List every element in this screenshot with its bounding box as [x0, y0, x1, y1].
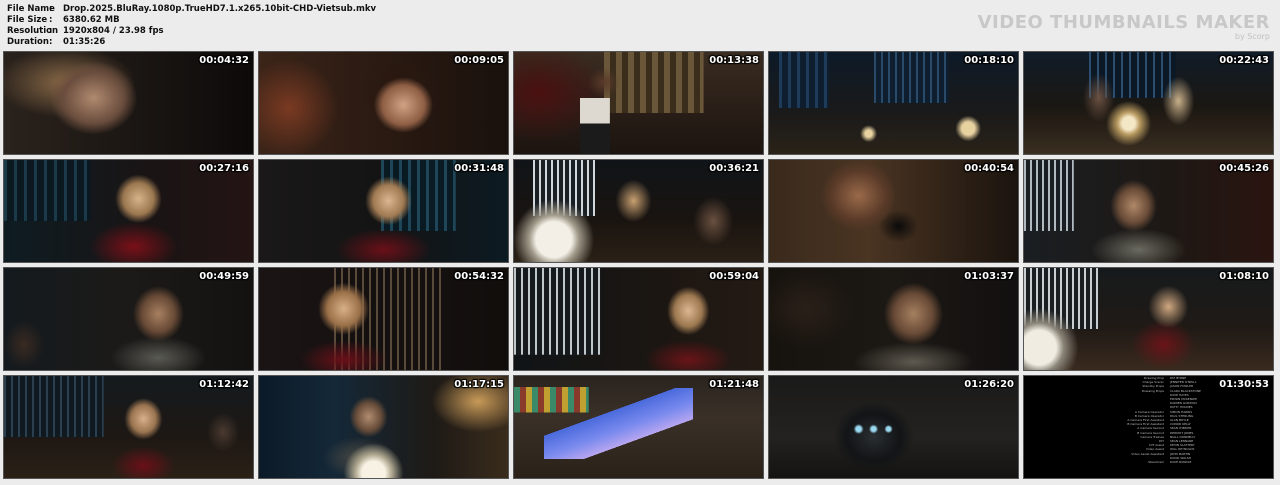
file-info-row: File Size:6380.62 MB — [7, 15, 376, 26]
frame-image — [259, 376, 508, 478]
file-info-separator: : — [49, 15, 53, 25]
thumbnail-frame[interactable]: 01:21:48 — [513, 375, 764, 479]
thumbnail-frame[interactable]: 01:17:15 — [258, 375, 509, 479]
frame-image — [259, 268, 508, 370]
file-info-key: Resolution — [7, 26, 59, 36]
timestamp-label: 01:17:15 — [454, 379, 504, 390]
file-info-value: Drop.2025.BluRay.1080p.TrueHD7.1.x265.10… — [63, 4, 377, 14]
timestamp-label: 00:45:26 — [1219, 163, 1269, 174]
frame-image — [259, 160, 508, 262]
frame-image — [1024, 268, 1273, 370]
thumbnail-frame[interactable]: 01:12:42 — [3, 375, 254, 479]
thumbnail-frame[interactable]: 01:03:37 — [768, 267, 1019, 371]
file-info-value: 01:35:26 — [63, 37, 106, 47]
thumbnail-frame[interactable]: 00:04:32 — [3, 51, 254, 155]
thumbnail-frame[interactable]: 00:18:10 — [768, 51, 1019, 155]
thumbnail-frame[interactable]: 00:31:48 — [258, 159, 509, 263]
file-info-row: Duration:01:35:26 — [7, 37, 376, 48]
timestamp-label: 00:40:54 — [964, 163, 1014, 174]
thumbnail-frame[interactable]: 00:59:04 — [513, 267, 764, 371]
thumbnail-grid: 00:04:32 00:09:05 00:13:38 00:18:10 00:22:43… — [3, 51, 1274, 479]
file-info-key: Duration — [7, 37, 49, 47]
timestamp-label: 00:31:48 — [454, 163, 504, 174]
frame-image — [514, 376, 763, 478]
file-info-key: File Size — [7, 15, 48, 25]
timestamp-label: 00:59:04 — [709, 271, 759, 282]
thumbnail-frame[interactable]: 00:40:54 — [768, 159, 1019, 263]
thumbnail-frame[interactable]: 00:36:21 — [513, 159, 764, 263]
file-info-separator: : — [49, 26, 53, 36]
frame-image — [514, 160, 763, 262]
timestamp-label: 00:04:32 — [199, 55, 249, 66]
timestamp-label: 01:12:42 — [199, 379, 249, 390]
file-info-separator: : — [49, 37, 53, 47]
thumbnail-frame[interactable]: 00:22:43 — [1023, 51, 1274, 155]
timestamp-label: 01:03:37 — [964, 271, 1014, 282]
timestamp-label: 01:08:10 — [1219, 271, 1269, 282]
timestamp-label: 00:49:59 — [199, 271, 249, 282]
frame-image — [769, 160, 1018, 262]
timestamp-label: 00:22:43 — [1219, 55, 1269, 66]
file-info-separator: : — [49, 4, 53, 14]
thumbnail-frame[interactable]: 00:09:05 — [258, 51, 509, 155]
frame-image — [1024, 160, 1273, 262]
credits-text: Drawing Prop PAT BYRNE Charge Scenic JENNIF… — [1127, 376, 1201, 465]
thumbnail-frame[interactable]: 00:13:38 — [513, 51, 764, 155]
brand-title: VIDEO THUMBNAILS MAKER — [977, 12, 1270, 33]
frame-image — [769, 52, 1018, 154]
frame-image — [514, 52, 763, 154]
file-info-key: File Name — [7, 4, 55, 14]
thumbnail-frame[interactable]: Drawing Prop PAT BYRNE Charge Scenic JENNIF… — [1023, 375, 1274, 479]
timestamp-label: 00:09:05 — [454, 55, 504, 66]
timestamp-label: 01:26:20 — [964, 379, 1014, 390]
frame-image — [769, 376, 1018, 478]
thumbnail-frame[interactable]: 00:27:16 — [3, 159, 254, 263]
file-info-value: 6380.62 MB — [63, 15, 120, 25]
thumbnail-frame[interactable]: 00:54:32 — [258, 267, 509, 371]
timestamp-label: 00:18:10 — [964, 55, 1014, 66]
thumbnail-frame[interactable]: 01:08:10 — [1023, 267, 1274, 371]
file-info: File Name: Drop.2025.BluRay.1080p.TrueHD7… — [7, 4, 376, 48]
file-info-value: 1920x804 / 23.98 fps — [63, 26, 164, 36]
timestamp-label: 00:54:32 — [454, 271, 504, 282]
brand-watermark: VIDEO THUMBNAILS MAKER by Scorp — [978, 14, 1270, 42]
file-info-row: Resolution:1920x804 / 23.98 fps — [7, 26, 376, 37]
frame-image — [4, 268, 253, 370]
timestamp-label: 00:36:21 — [709, 163, 759, 174]
frame-image — [4, 52, 253, 154]
thumbnail-frame[interactable]: 00:49:59 — [3, 267, 254, 371]
frame-image — [259, 52, 508, 154]
frame-image — [514, 268, 763, 370]
timestamp-label: 00:13:38 — [709, 55, 759, 66]
thumbnail-frame[interactable]: 00:45:26 — [1023, 159, 1274, 263]
brand-subtitle: by Scorp — [1234, 32, 1270, 41]
timestamp-label: 00:27:16 — [199, 163, 249, 174]
timestamp-label: 01:21:48 — [709, 379, 759, 390]
frame-image — [4, 160, 253, 262]
thumbnail-frame[interactable]: 01:26:20 — [768, 375, 1019, 479]
frame-image — [4, 376, 253, 478]
frame-image — [769, 268, 1018, 370]
timestamp-label: 01:30:53 — [1219, 379, 1269, 390]
file-info-row: File Name: Drop.2025.BluRay.1080p.TrueHD7… — [7, 4, 376, 15]
frame-image — [1024, 52, 1273, 154]
